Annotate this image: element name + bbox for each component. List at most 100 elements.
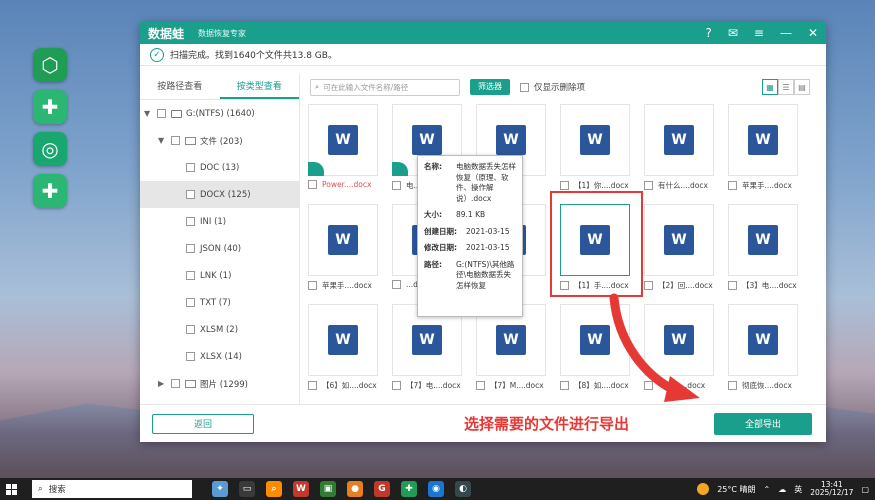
file-thumbnail[interactable]: W [308, 104, 378, 176]
file-tile[interactable]: W 苹果手....docx [728, 104, 800, 191]
tree-files[interactable]: ▼ 文件 (203) [140, 127, 299, 154]
taskbar-search[interactable]: ⌕ 搜索 [32, 480, 192, 498]
app-icon-3[interactable]: ◎ [33, 132, 67, 166]
tree-item-docx[interactable]: DOCX (125) [140, 181, 299, 208]
file-tile[interactable]: W 有什么....docx [644, 104, 716, 191]
checkbox[interactable] [186, 298, 195, 307]
chevron-down-icon[interactable]: ▼ [144, 109, 154, 118]
checkbox[interactable] [644, 181, 653, 190]
filter-button[interactable]: 筛选器 [470, 79, 510, 95]
checkbox[interactable] [186, 163, 195, 172]
checkbox[interactable] [392, 181, 401, 190]
minimize-button[interactable]: — [780, 26, 792, 40]
app-icon-1[interactable]: ⬡ [33, 48, 67, 82]
checkbox[interactable] [476, 381, 485, 390]
back-button[interactable]: 返回 [152, 413, 254, 434]
copilot-icon[interactable]: ✦ [212, 481, 228, 497]
export-all-button[interactable]: 全部导出 [714, 412, 812, 435]
tree-item-lnk[interactable]: LNK (1) [140, 262, 299, 289]
tree-item-txt[interactable]: TXT (7) [140, 289, 299, 316]
checkbox[interactable] [728, 381, 737, 390]
checkbox[interactable] [728, 181, 737, 190]
file-tile[interactable]: W 【1】你....docx [560, 104, 632, 191]
checkbox[interactable] [186, 190, 195, 199]
grid-view-icon[interactable]: ▦ [762, 79, 778, 95]
checkbox[interactable] [392, 280, 401, 289]
tree-images[interactable]: ▶ 图片 (1299) [140, 370, 299, 397]
folder-icon[interactable]: ▭ [239, 481, 255, 497]
file-tile[interactable]: W Power....docx [308, 104, 380, 189]
menu-icon[interactable]: ≡ [754, 26, 764, 40]
file-name: 【7】M....docx [490, 381, 544, 390]
tree-item-json[interactable]: JSON (40) [140, 235, 299, 262]
file-thumbnail[interactable]: W [644, 104, 714, 176]
app-icon[interactable]: ◐ [455, 481, 471, 497]
tree-item-xlsx[interactable]: XLSX (14) [140, 343, 299, 370]
detail-view-icon[interactable]: ▤ [794, 79, 810, 95]
chevron-up-icon[interactable]: ⌃ [764, 485, 771, 494]
file-tile[interactable]: W 彻底恢....docx [728, 304, 800, 391]
firefox-icon[interactable]: ● [347, 481, 363, 497]
ime-indicator[interactable]: 英 [794, 484, 802, 495]
chevron-down-icon[interactable]: ▼ [158, 136, 168, 145]
checkbox[interactable] [308, 180, 317, 189]
file-thumbnail[interactable]: W [308, 304, 378, 376]
checkbox[interactable] [520, 82, 529, 92]
file-name: 【3】电....docx [742, 281, 797, 290]
search-input[interactable]: ⌕ 可在此输入文件名称/路径 [310, 78, 460, 96]
checkbox[interactable] [186, 352, 195, 361]
app-icon-4[interactable]: ✚ [33, 174, 67, 208]
tree-item-doc[interactable]: DOC (13) [140, 154, 299, 181]
file-thumbnail[interactable]: W [560, 104, 630, 176]
tree-label: 文件 (203) [200, 136, 243, 147]
file-tile[interactable]: W 【3】电....docx [728, 204, 800, 291]
checkbox[interactable] [308, 381, 317, 390]
file-tile[interactable]: W 苹果手....docx [308, 204, 380, 291]
start-button[interactable] [0, 483, 22, 495]
checkbox[interactable] [308, 281, 317, 290]
file-tile[interactable]: W 【7】M....docx [476, 304, 548, 391]
tree-item-ini[interactable]: INI (1) [140, 208, 299, 235]
checkbox[interactable] [560, 181, 569, 190]
checkbox[interactable] [186, 271, 195, 280]
app-icon[interactable]: G [374, 481, 390, 497]
checkbox[interactable] [186, 325, 195, 334]
data-frog-icon[interactable]: ✚ [401, 481, 417, 497]
search-app-icon[interactable]: ⌕ [266, 481, 282, 497]
file-thumbnail[interactable]: W [644, 204, 714, 276]
tab-by-type[interactable]: 按类型查看 [219, 74, 299, 99]
file-tile[interactable]: W 【6】如....docx [308, 304, 380, 391]
notification-icon[interactable]: ▢ [861, 485, 869, 494]
checkbox[interactable] [171, 136, 180, 145]
file-thumbnail[interactable]: W [728, 204, 798, 276]
chevron-right-icon[interactable]: ▶ [158, 379, 168, 388]
clock[interactable]: 13:41 2025/12/17 [810, 480, 853, 498]
app-icon[interactable]: ◉ [428, 481, 444, 497]
checkbox[interactable] [157, 109, 166, 118]
tree-drive[interactable]: ▼ G:(NTFS) (1640) [140, 100, 299, 127]
file-thumbnail[interactable]: W [728, 104, 798, 176]
file-thumbnail[interactable]: W [308, 204, 378, 276]
checkbox[interactable] [171, 379, 180, 388]
list-view-icon[interactable]: ☰ [778, 79, 794, 95]
file-tile[interactable]: W 【2】回....docx [644, 204, 716, 291]
network-icon[interactable]: ☁ [778, 485, 786, 494]
checkbox[interactable] [644, 281, 653, 290]
app-icon-2[interactable]: ✚ [33, 90, 67, 124]
wps-icon[interactable]: W [293, 481, 309, 497]
checkbox[interactable] [392, 381, 401, 390]
checkbox[interactable] [186, 217, 195, 226]
checkbox[interactable] [728, 281, 737, 290]
tab-by-path[interactable]: 按路径查看 [140, 74, 220, 99]
file-tile[interactable]: W 【7】电....docx [392, 304, 464, 391]
app-icon[interactable]: ▣ [320, 481, 336, 497]
checkbox[interactable] [186, 244, 195, 253]
help-icon[interactable]: ? [705, 26, 711, 40]
close-button[interactable]: ✕ [808, 26, 818, 40]
tree-item-xlsm[interactable]: XLSM (2) [140, 316, 299, 343]
feedback-icon[interactable]: ✉ [728, 26, 738, 40]
checkbox[interactable] [560, 381, 569, 390]
file-thumbnail[interactable]: W [728, 304, 798, 376]
only-deleted-toggle[interactable]: 仅显示删除项 [520, 81, 585, 93]
weather-text[interactable]: 25°C 晴朗 [717, 484, 755, 495]
